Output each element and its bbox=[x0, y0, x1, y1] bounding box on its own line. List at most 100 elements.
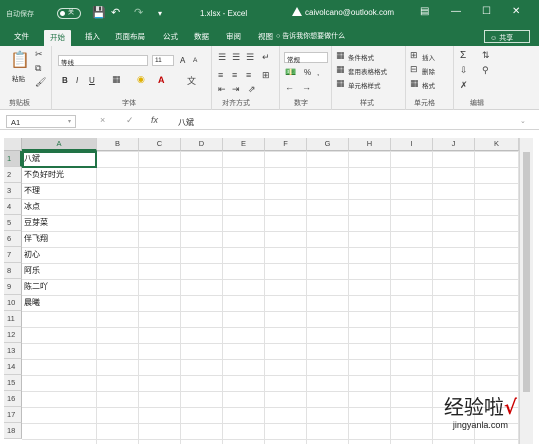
name-box[interactable]: A1 bbox=[6, 115, 76, 128]
row-header-1[interactable]: 1 bbox=[4, 151, 22, 167]
row-header-15[interactable]: 15 bbox=[4, 375, 22, 391]
customize-qat-icon[interactable]: ▾ bbox=[158, 9, 162, 18]
name-box-dropdown-icon[interactable]: ▾ bbox=[68, 118, 71, 125]
account-email[interactable]: caivolcano@outlook.com bbox=[305, 8, 394, 17]
insert-cells-button[interactable]: 插入 bbox=[422, 52, 435, 62]
tab-home[interactable]: 开始 bbox=[44, 30, 71, 46]
minimize-icon[interactable]: — bbox=[451, 6, 461, 17]
row-header-14[interactable]: 14 bbox=[4, 359, 22, 375]
find-select-icon[interactable]: ⚲ bbox=[482, 65, 489, 76]
borders-icon[interactable]: ▦ bbox=[112, 74, 121, 85]
format-cells-button[interactable]: 格式 bbox=[422, 80, 435, 90]
vertical-scrollbar[interactable] bbox=[519, 138, 533, 444]
number-format-select[interactable]: 常规 bbox=[284, 52, 328, 64]
confirm-entry-button[interactable]: ✓ bbox=[126, 115, 134, 126]
cell-a3[interactable]: 不理 bbox=[22, 183, 97, 199]
align-bottom-icon[interactable]: ☰ bbox=[246, 52, 254, 63]
font-color-button[interactable]: A bbox=[158, 75, 165, 85]
cell-a7[interactable]: 初心 bbox=[22, 247, 97, 263]
align-top-icon[interactable]: ☰ bbox=[218, 52, 226, 63]
autosave-toggle[interactable]: 关 bbox=[57, 8, 81, 19]
cell-a6[interactable]: 伴飞翔 bbox=[22, 231, 97, 247]
clear-icon[interactable]: ✗ bbox=[460, 80, 468, 91]
paste-label[interactable]: 粘贴 bbox=[12, 73, 25, 83]
font-name-select[interactable]: 等线 bbox=[58, 55, 148, 67]
cell-a2[interactable]: 不负好时光 bbox=[22, 167, 97, 183]
underline-button[interactable]: U bbox=[89, 76, 95, 85]
increase-decimal-icon[interactable]: ← bbox=[285, 82, 294, 92]
maximize-icon[interactable]: ☐ bbox=[482, 6, 491, 17]
save-icon[interactable]: 💾 bbox=[92, 6, 106, 19]
cell-a4[interactable]: 冰点 bbox=[22, 199, 97, 215]
cut-icon[interactable]: ✂ bbox=[35, 49, 43, 60]
row-header-2[interactable]: 2 bbox=[4, 167, 22, 183]
row-header-13[interactable]: 13 bbox=[4, 343, 22, 359]
column-header-h[interactable]: H bbox=[349, 138, 391, 151]
paste-icon[interactable]: 📋 bbox=[10, 50, 30, 70]
redo-icon[interactable]: ↷ bbox=[134, 6, 143, 19]
decrease-indent-icon[interactable]: ⇤ bbox=[218, 84, 226, 95]
insert-function-button[interactable]: fx bbox=[151, 115, 158, 125]
tab-data[interactable]: 数据 bbox=[194, 31, 209, 42]
column-header-j[interactable]: J bbox=[433, 138, 475, 151]
row-header-5[interactable]: 5 bbox=[4, 215, 22, 231]
shrink-font-button[interactable]: A bbox=[193, 57, 197, 64]
increase-indent-icon[interactable]: ⇥ bbox=[232, 84, 240, 95]
autosum-button[interactable]: Σ bbox=[460, 50, 466, 61]
select-all-button[interactable] bbox=[4, 138, 22, 151]
formula-input[interactable]: 八斌 bbox=[174, 115, 529, 128]
expand-formula-bar-icon[interactable]: ⌄ bbox=[520, 117, 526, 125]
tab-file[interactable]: 文件 bbox=[14, 31, 29, 42]
column-header-c[interactable]: C bbox=[139, 138, 181, 151]
sort-filter-icon[interactable]: ⇅ bbox=[482, 50, 490, 61]
tab-page-layout[interactable]: 页面布局 bbox=[115, 31, 145, 42]
align-left-icon[interactable]: ≡ bbox=[218, 70, 223, 80]
tab-review[interactable]: 审阅 bbox=[226, 31, 241, 42]
share-button[interactable]: ☺ 共享 bbox=[484, 30, 530, 43]
delete-cells-button[interactable]: 删除 bbox=[422, 66, 435, 76]
accounting-format-icon[interactable]: 💵 bbox=[285, 67, 296, 78]
column-header-k[interactable]: K bbox=[475, 138, 519, 151]
ribbon-display-icon[interactable]: ▤ bbox=[420, 6, 429, 17]
cancel-entry-button[interactable]: × bbox=[100, 115, 105, 125]
row-header-9[interactable]: 9 bbox=[4, 279, 22, 295]
row-header-3[interactable]: 3 bbox=[4, 183, 22, 199]
phonetic-icon[interactable]: 文 bbox=[187, 74, 196, 87]
tab-view[interactable]: 视图 bbox=[258, 31, 273, 42]
column-header-a[interactable]: A bbox=[22, 138, 97, 151]
bold-button[interactable]: B bbox=[62, 76, 68, 85]
tell-me-box[interactable]: ○ 告诉我你想要做什么 bbox=[276, 31, 345, 41]
tab-formulas[interactable]: 公式 bbox=[163, 31, 178, 42]
row-header-10[interactable]: 10 bbox=[4, 295, 22, 311]
format-as-table-button[interactable]: 套用表格格式 bbox=[348, 66, 387, 76]
font-size-select[interactable]: 11 bbox=[152, 55, 174, 66]
column-header-i[interactable]: I bbox=[391, 138, 433, 151]
row-header-16[interactable]: 16 bbox=[4, 391, 22, 407]
column-header-e[interactable]: E bbox=[223, 138, 265, 151]
row-header-12[interactable]: 12 bbox=[4, 327, 22, 343]
worksheet-grid[interactable]: ABCDEFGHIJK 1 2 3 4 5 6 7 8 9 10 11 12 13 14 15 16 17 18 … bbox=[0, 136, 539, 444]
align-middle-icon[interactable]: ☰ bbox=[232, 52, 240, 63]
cell-a9[interactable]: 陈二吖 bbox=[22, 279, 97, 295]
undo-icon[interactable]: ↶ bbox=[111, 6, 120, 19]
row-header-18[interactable]: 18 bbox=[4, 423, 22, 439]
column-header-f[interactable]: F bbox=[265, 138, 307, 151]
comma-button[interactable]: , bbox=[317, 68, 319, 77]
row-header-4[interactable]: 4 bbox=[4, 199, 22, 215]
close-icon[interactable]: ✕ bbox=[512, 6, 520, 17]
decrease-decimal-icon[interactable]: → bbox=[302, 82, 311, 92]
copy-icon[interactable]: ⧉ bbox=[35, 63, 41, 74]
scrollbar-thumb[interactable] bbox=[523, 152, 530, 392]
fill-icon[interactable]: ⇩ bbox=[460, 65, 468, 76]
align-center-icon[interactable]: ≡ bbox=[232, 70, 237, 80]
row-header-8[interactable]: 8 bbox=[4, 263, 22, 279]
fill-color-icon[interactable]: ◉ bbox=[137, 74, 145, 85]
row-header-7[interactable]: 7 bbox=[4, 247, 22, 263]
orientation-icon[interactable]: ⇗ bbox=[248, 84, 256, 95]
row-header-6[interactable]: 6 bbox=[4, 231, 22, 247]
tab-insert[interactable]: 插入 bbox=[85, 31, 100, 42]
column-header-b[interactable]: B bbox=[97, 138, 139, 151]
align-right-icon[interactable]: ≡ bbox=[246, 70, 251, 80]
column-header-g[interactable]: G bbox=[307, 138, 349, 151]
conditional-format-button[interactable]: 条件格式 bbox=[348, 52, 374, 62]
